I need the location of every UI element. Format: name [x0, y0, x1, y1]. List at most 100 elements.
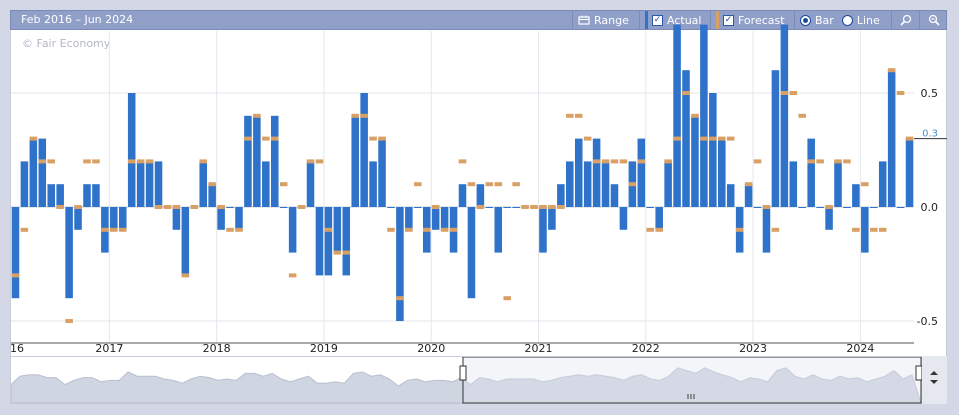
actual-bar	[825, 207, 833, 230]
forecast-marker	[744, 182, 753, 187]
actual-bar	[780, 24, 789, 207]
forecast-marker	[494, 182, 503, 187]
forecast-marker	[887, 68, 896, 73]
actual-bar	[431, 207, 440, 230]
forecast-marker	[646, 227, 655, 232]
forecast-marker	[521, 205, 529, 209]
actual-bar	[566, 161, 574, 207]
forecast-marker	[449, 227, 458, 232]
actual-bar	[199, 161, 207, 207]
forecast-marker	[467, 182, 476, 187]
navigator-scroll-control[interactable]	[922, 356, 947, 404]
actual-bar	[771, 70, 780, 207]
actual-bar	[11, 207, 20, 299]
forecast-marker	[199, 159, 207, 164]
actual-bar	[405, 207, 413, 230]
navigator-selection[interactable]	[462, 357, 922, 404]
actual-bar	[396, 207, 404, 321]
forecast-marker	[896, 91, 905, 95]
last-value-label: 0.3	[922, 129, 938, 140]
actual-bar	[92, 184, 100, 207]
forecast-marker	[414, 182, 422, 187]
forecast-marker	[136, 159, 145, 164]
actual-bar	[244, 115, 252, 207]
forecast-marker	[315, 159, 324, 164]
actual-bar	[869, 207, 878, 208]
actual-bar	[315, 207, 324, 276]
actual-bar	[494, 207, 503, 253]
actual-bar	[145, 161, 154, 207]
x-tick-label: 2022	[632, 342, 660, 355]
actual-bar	[753, 207, 762, 208]
forecast-marker	[56, 205, 64, 209]
forecast-marker	[530, 205, 538, 209]
forecast-marker	[807, 159, 815, 164]
actual-bar	[744, 184, 753, 207]
forecast-marker	[101, 227, 109, 232]
forecast-marker	[217, 205, 225, 209]
actual-bar	[726, 184, 735, 207]
bar-chart: 0.5 0.0 -0.5 0.3 16 2017 2018 2019 2020 2021 2022 2…	[10, 24, 947, 355]
actual-bar	[718, 138, 726, 207]
actual-bar	[539, 207, 547, 253]
x-tick-label: 2023	[739, 342, 767, 355]
actual-bar	[342, 207, 351, 276]
forecast-marker	[244, 136, 252, 141]
forecast-marker	[422, 227, 431, 232]
actual-bar	[861, 207, 869, 253]
actual-bar	[905, 138, 914, 207]
forecast-marker	[127, 159, 136, 164]
navigator-strip[interactable]	[10, 356, 923, 404]
forecast-marker	[235, 227, 243, 232]
forecast-marker	[691, 113, 699, 118]
actual-bar	[458, 184, 467, 207]
forecast-marker	[20, 227, 29, 232]
actual-bar	[887, 70, 896, 207]
actual-bar	[476, 184, 485, 207]
forecast-marker	[270, 136, 279, 141]
forecast-marker	[396, 296, 404, 301]
actual-bar	[387, 207, 395, 208]
forecast-marker	[431, 205, 440, 209]
actual-bar	[557, 184, 565, 207]
actual-bar	[324, 207, 333, 276]
forecast-marker	[154, 205, 163, 209]
navigator-handle-left[interactable]	[459, 365, 467, 381]
actual-bars	[11, 24, 914, 321]
forecast-marker	[852, 227, 860, 232]
actual-bar	[127, 93, 136, 207]
actual-bar	[610, 184, 619, 207]
actual-bar	[306, 161, 315, 207]
actual-bar	[38, 138, 47, 207]
actual-bar	[601, 161, 610, 207]
actual-bar	[467, 207, 476, 299]
forecast-marker	[557, 205, 565, 209]
forecast-marker	[834, 159, 842, 164]
actual-bar	[700, 24, 708, 207]
actual-bar	[583, 161, 592, 207]
actual-bar	[414, 207, 422, 208]
forecast-marker	[512, 182, 520, 187]
forecast-marker	[771, 227, 780, 232]
actual-bar	[440, 207, 449, 230]
forecast-marker	[485, 182, 494, 187]
actual-bar	[789, 161, 798, 207]
forecast-marker	[869, 227, 878, 232]
forecast-marker	[878, 227, 887, 232]
actual-bar	[29, 138, 38, 207]
actual-bar	[253, 115, 261, 207]
forecast-marker	[905, 136, 914, 141]
forecast-marker	[476, 205, 485, 209]
actual-bar	[262, 161, 270, 207]
actual-bar	[369, 161, 377, 207]
forecast-marker	[753, 159, 762, 164]
actual-bar	[852, 184, 860, 207]
actual-bar	[709, 93, 717, 207]
actual-bar	[512, 207, 520, 208]
actual-bar	[843, 207, 851, 208]
forecast-marker	[709, 136, 717, 141]
forecast-marker	[440, 227, 449, 232]
actual-bar	[47, 184, 56, 207]
forecast-marker	[843, 159, 851, 164]
forecast-marker	[566, 113, 574, 118]
